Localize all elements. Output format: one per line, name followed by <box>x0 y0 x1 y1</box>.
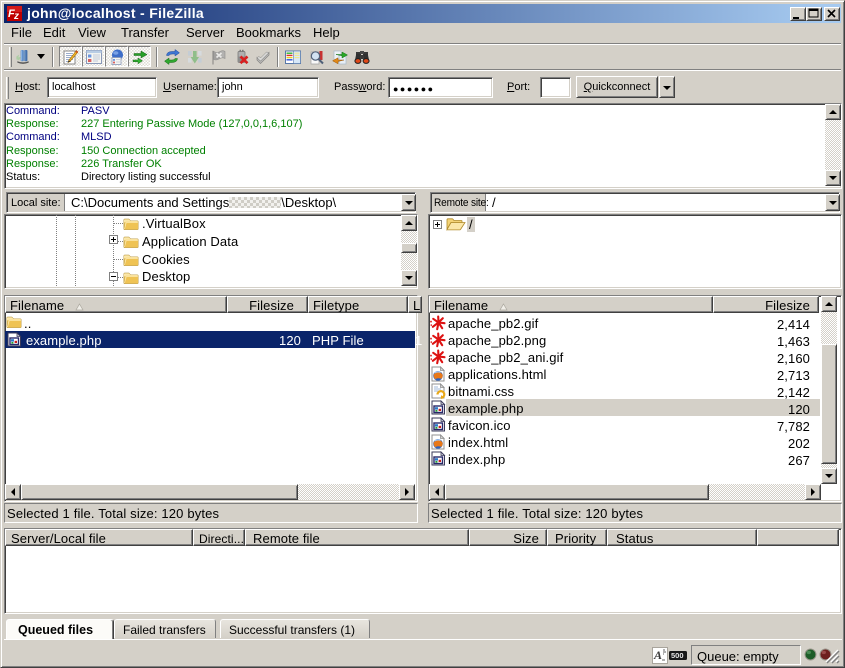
svg-text:z: z <box>13 11 19 21</box>
